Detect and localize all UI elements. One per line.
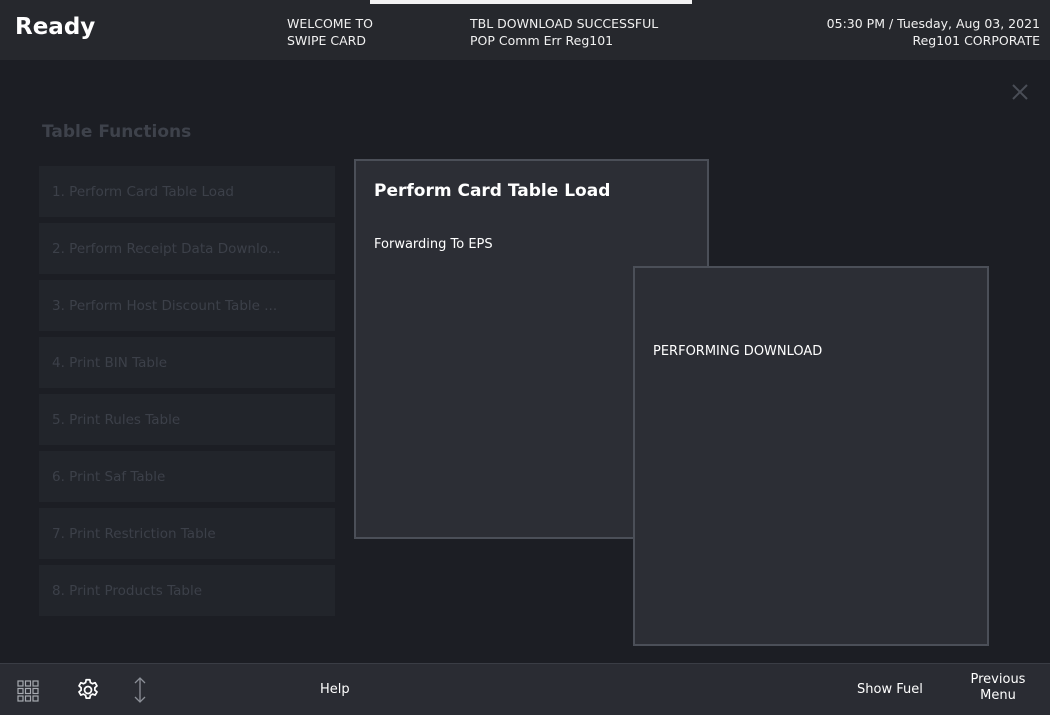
top-tab-indicator	[370, 0, 692, 4]
gear-icon[interactable]	[75, 677, 101, 703]
menu-item-card-table-load[interactable]: 1. Perform Card Table Load	[39, 166, 335, 217]
welcome-message-line2: SWIPE CARD	[287, 33, 366, 48]
grid-icon[interactable]	[17, 680, 39, 702]
datetime-register: 05:30 PM / Tuesday, Aug 03, 2021 Reg101 …	[827, 15, 1040, 49]
menu-item-print-bin-table[interactable]: 4. Print BIN Table	[39, 337, 335, 388]
table-functions-list: 1. Perform Card Table Load 2. Perform Re…	[39, 166, 335, 622]
panel-title: Table Functions	[42, 122, 192, 142]
dialog-title: Perform Card Table Load	[374, 181, 611, 201]
close-icon[interactable]	[1010, 82, 1030, 102]
welcome-message-line1: WELCOME TO	[287, 16, 373, 31]
menu-item-print-saf-table[interactable]: 6. Print Saf Table	[39, 451, 335, 502]
dialog-message: Forwarding To EPS	[374, 237, 493, 252]
system-message-line2: POP Comm Err Reg101	[470, 33, 614, 48]
top-status-bar: Ready WELCOME TO SWIPE CARD TBL DOWNLOAD…	[0, 0, 1050, 60]
menu-item-print-products-table[interactable]: 8. Print Products Table	[39, 565, 335, 616]
previous-menu-line2: Menu	[980, 688, 1016, 703]
system-message-line1: TBL DOWNLOAD SUCCESSFUL	[470, 16, 659, 31]
menu-item-receipt-data-download[interactable]: 2. Perform Receipt Data Downlo...	[39, 223, 335, 274]
menu-item-print-rules-table[interactable]: 5. Print Rules Table	[39, 394, 335, 445]
help-button[interactable]: Help	[320, 682, 350, 697]
register-label: Reg101 CORPORATE	[912, 33, 1040, 48]
status-label: Ready	[15, 14, 96, 40]
previous-menu-line1: Previous	[970, 672, 1026, 687]
download-message: PERFORMING DOWNLOAD	[653, 344, 823, 359]
menu-item-host-discount-table[interactable]: 3. Perform Host Discount Table ...	[39, 280, 335, 331]
resize-vertical-icon[interactable]	[133, 676, 147, 704]
show-fuel-button[interactable]: Show Fuel	[857, 682, 923, 697]
system-message: TBL DOWNLOAD SUCCESSFUL POP Comm Err Reg…	[470, 15, 658, 49]
menu-item-print-restriction-table[interactable]: 7. Print Restriction Table	[39, 508, 335, 559]
datetime-label: 05:30 PM / Tuesday, Aug 03, 2021	[826, 16, 1040, 31]
bottom-toolbar: Help Show Fuel Previous Menu	[0, 663, 1050, 715]
previous-menu-button[interactable]: Previous Menu	[968, 672, 1028, 704]
download-progress-dialog: PERFORMING DOWNLOAD	[633, 266, 989, 646]
welcome-message: WELCOME TO SWIPE CARD	[287, 15, 373, 49]
